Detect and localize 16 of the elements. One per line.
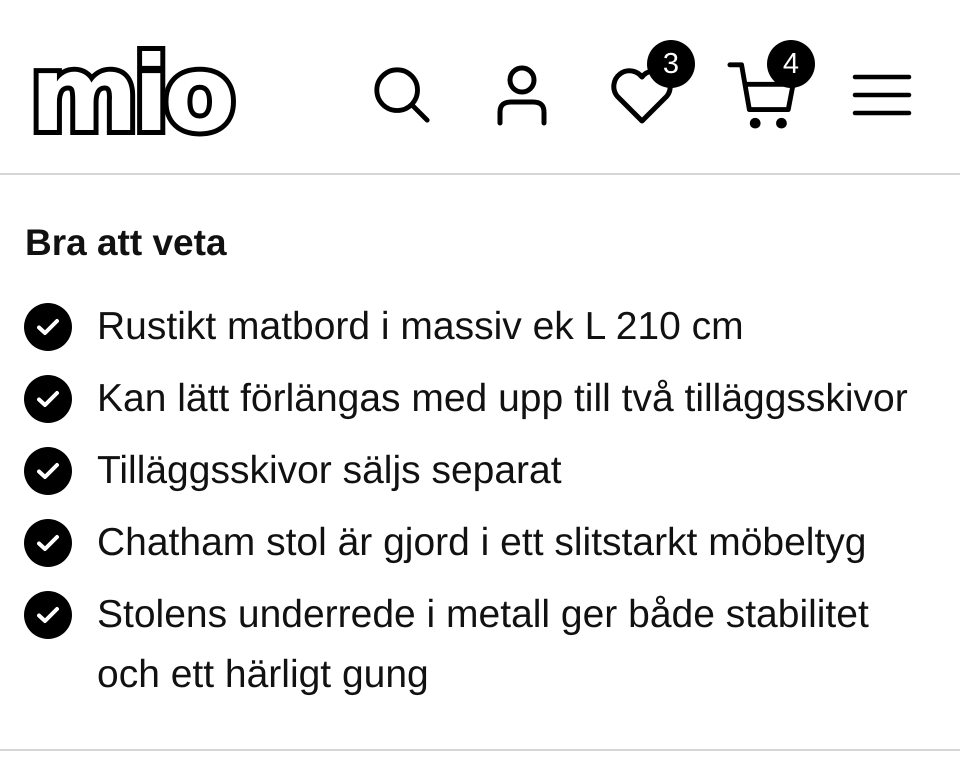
count-badge: 4 [767, 40, 815, 88]
count-badge: 3 [647, 40, 695, 88]
check-icon [24, 375, 72, 423]
feature-text: Tilläggsskivor säljs separat [97, 448, 562, 494]
feature-text: Rustikt matbord i massiv ek L 210 cm [97, 304, 744, 350]
logo[interactable]: mio [22, 26, 242, 162]
check-icon [24, 447, 72, 495]
check-icon [24, 303, 72, 351]
user-icon [496, 64, 548, 126]
feature-text: Kan lätt förlängas med upp till två tilläggsskivor [97, 376, 908, 422]
check-icon [24, 591, 72, 639]
menu-icon [852, 72, 912, 116]
section-title: Bra att veta [25, 221, 228, 265]
feature-text: Chatham stol är gjord i ett slitstarkt möbeltyg [97, 520, 866, 566]
feature-text: Stolens underrede i metall ger både stabilitet och ett härligt gung [97, 592, 870, 698]
check-icon [24, 519, 72, 567]
